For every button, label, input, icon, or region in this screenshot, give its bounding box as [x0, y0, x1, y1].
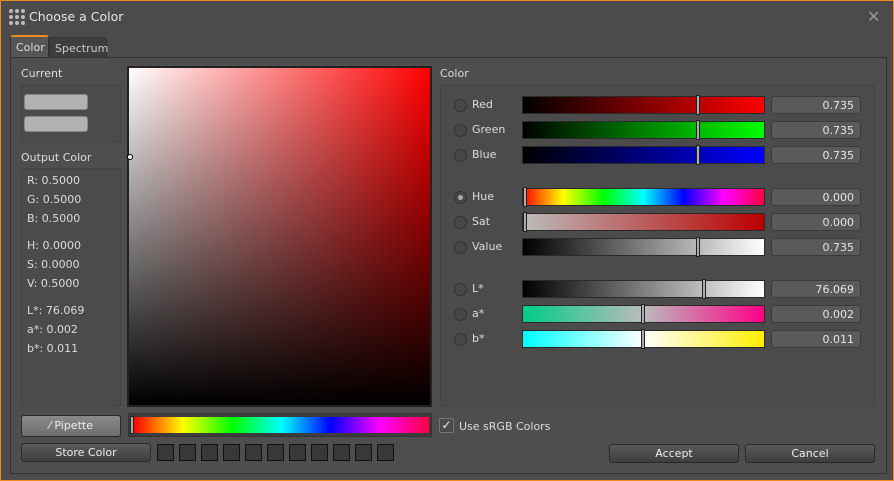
- stored-color-slot[interactable]: [377, 444, 394, 461]
- new-color-swatch: [24, 116, 88, 132]
- stored-color-slot[interactable]: [201, 444, 218, 461]
- value-field-l-star[interactable]: 76.069: [771, 280, 861, 298]
- slider-thumb[interactable]: [523, 187, 527, 207]
- current-group: [21, 84, 121, 143]
- output-value-line: H: 0.0000: [27, 239, 81, 252]
- slider-a-star[interactable]: [522, 304, 765, 324]
- stored-color-slot[interactable]: [179, 444, 196, 461]
- use-srgb-label: Use sRGB Colors: [459, 420, 551, 433]
- tab-color[interactable]: Color: [10, 35, 49, 58]
- label-l-star: L*: [472, 282, 484, 295]
- label-value: Value: [472, 240, 503, 253]
- radio-red[interactable]: [454, 99, 467, 112]
- slider-thumb[interactable]: [696, 95, 701, 115]
- saturation-value-picker[interactable]: [127, 66, 432, 407]
- output-value-line: L*: 76.069: [27, 304, 85, 317]
- output-value-line: B: 0.5000: [27, 212, 81, 225]
- stored-color-slot[interactable]: [311, 444, 328, 461]
- label-blue: Blue: [472, 148, 497, 161]
- output-value-line: G: 0.5000: [27, 193, 82, 206]
- pipette-button[interactable]: ⁄ Pipette: [21, 415, 121, 437]
- stored-color-slot[interactable]: [245, 444, 262, 461]
- slider-sat[interactable]: [522, 212, 765, 232]
- value-field-blue[interactable]: 0.735: [771, 146, 861, 164]
- value-field-green[interactable]: 0.735: [771, 121, 861, 139]
- value-field-hue[interactable]: 0.000: [771, 188, 861, 206]
- accept-button[interactable]: Accept: [609, 444, 739, 463]
- radio-a-star[interactable]: [454, 308, 467, 321]
- slider-l-star[interactable]: [522, 279, 765, 299]
- output-value-line: V: 0.5000: [27, 277, 80, 290]
- pipette-label: Pipette: [54, 419, 93, 432]
- slider-b-star[interactable]: [522, 329, 765, 349]
- radio-value[interactable]: [454, 241, 467, 254]
- tab-spectrum[interactable]: Spectrum: [49, 37, 108, 58]
- cancel-button[interactable]: Cancel: [745, 444, 875, 463]
- output-value-line: R: 0.5000: [27, 174, 80, 187]
- label-a-star: a*: [472, 307, 485, 320]
- app-grid-icon: [9, 9, 25, 25]
- slider-value[interactable]: [522, 237, 765, 257]
- hue-strip-slider[interactable]: [128, 413, 432, 437]
- value-field-sat[interactable]: 0.000: [771, 213, 861, 231]
- close-icon[interactable]: ✕: [867, 7, 880, 26]
- picker-marker[interactable]: [127, 154, 133, 160]
- radio-b-star[interactable]: [454, 333, 467, 346]
- slider-thumb[interactable]: [641, 304, 645, 324]
- store-color-button[interactable]: Store Color: [21, 443, 151, 462]
- stored-color-slot[interactable]: [355, 444, 372, 461]
- stored-color-slot[interactable]: [289, 444, 306, 461]
- slider-hue[interactable]: [522, 187, 765, 207]
- window-title: Choose a Color: [29, 9, 124, 24]
- slider-thumb[interactable]: [641, 329, 645, 349]
- color-dialog: Choose a Color ✕ Color Spectrum Current …: [0, 0, 894, 481]
- color-group-label: Color: [440, 67, 469, 80]
- stored-color-slot[interactable]: [267, 444, 284, 461]
- current-color-swatch: [24, 94, 88, 110]
- value-field-a-star[interactable]: 0.002: [771, 305, 861, 323]
- radio-green[interactable]: [454, 124, 467, 137]
- stored-color-slot[interactable]: [333, 444, 350, 461]
- output-value-line: a*: 0.002: [27, 323, 78, 336]
- slider-thumb[interactable]: [523, 212, 527, 232]
- radio-l-star[interactable]: [454, 283, 467, 296]
- value-field-value[interactable]: 0.735: [771, 238, 861, 256]
- slider-blue[interactable]: [522, 145, 765, 165]
- radio-sat[interactable]: [454, 216, 467, 229]
- radio-blue[interactable]: [454, 149, 467, 162]
- label-sat: Sat: [472, 215, 491, 228]
- output-value-line: b*: 0.011: [27, 342, 79, 355]
- use-srgb-checkbox[interactable]: ✓: [439, 418, 454, 433]
- output-value-line: S: 0.0000: [27, 258, 80, 271]
- output-color-label: Output Color: [21, 151, 92, 164]
- current-label: Current: [21, 67, 63, 80]
- value-field-red[interactable]: 0.735: [771, 96, 861, 114]
- value-field-b-star[interactable]: 0.011: [771, 330, 861, 348]
- label-red: Red: [472, 98, 493, 111]
- slider-red[interactable]: [522, 95, 765, 115]
- label-b-star: b*: [472, 332, 485, 345]
- slider-thumb[interactable]: [696, 145, 701, 165]
- slider-thumb[interactable]: [696, 120, 701, 140]
- stored-color-slot[interactable]: [157, 444, 174, 461]
- radio-hue[interactable]: [454, 191, 467, 204]
- slider-thumb[interactable]: [696, 237, 701, 257]
- label-green: Green: [472, 123, 506, 136]
- stored-color-slot[interactable]: [223, 444, 240, 461]
- slider-thumb[interactable]: [702, 279, 707, 299]
- label-hue: Hue: [472, 190, 495, 203]
- slider-green[interactable]: [522, 120, 765, 140]
